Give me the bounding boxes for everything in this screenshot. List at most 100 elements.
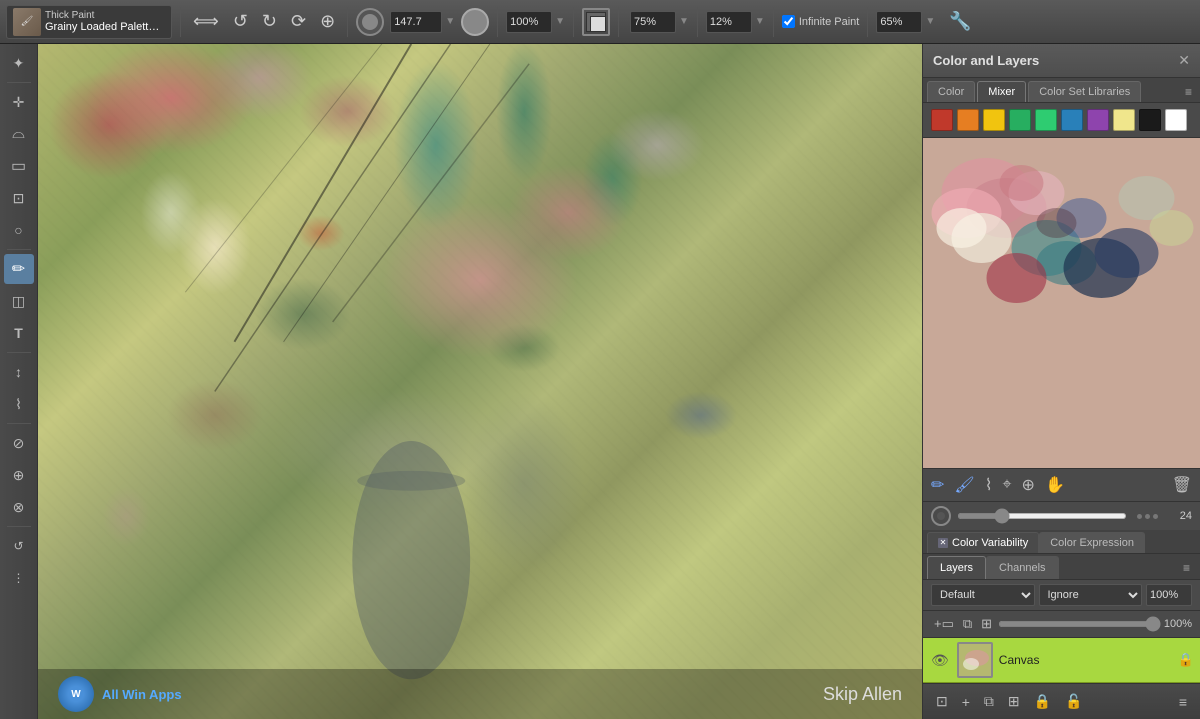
canvas-area[interactable]: W All Win Apps Skip Allen (38, 44, 922, 719)
mixer-svg (923, 138, 1200, 323)
color-picker-swatch[interactable] (582, 8, 610, 36)
layer-lock-btn[interactable]: 🔒 (1178, 652, 1194, 668)
rotate-canvas-btn[interactable]: ↺ (4, 531, 34, 561)
panel-close-btn[interactable]: ✕ (1178, 52, 1190, 69)
mixer-hand-btn[interactable]: ✋ (1043, 473, 1067, 497)
tool-preset[interactable]: 🖌 Thick Paint Grainy Loaded Palette K... (6, 5, 172, 39)
panel-bottom-bar: ⊡ + ⧉ ⊞ 🔒 🔓 ≡ (923, 683, 1200, 719)
mixer-paint-btn[interactable]: ✏ (929, 473, 946, 497)
mixer-dot2 (1145, 514, 1150, 519)
tab-channels[interactable]: Channels (986, 556, 1058, 579)
tab-mixer[interactable]: Mixer (977, 81, 1026, 102)
navigator-btn[interactable]: ⊡ (931, 690, 953, 713)
infinite-paint-checkbox[interactable] (782, 15, 795, 28)
lt-sep1 (7, 82, 31, 83)
infinite-paint-label[interactable]: Infinite Paint (782, 15, 860, 28)
extra-tool-btn[interactable]: 🔧 (945, 9, 975, 34)
rect-select-btn[interactable]: ▭ (4, 151, 34, 181)
nav-btn[interactable]: ⊗ (4, 492, 34, 522)
new-layer-btn[interactable]: +▭ (931, 614, 957, 634)
clone-btn[interactable]: ↻ (258, 9, 281, 34)
swatch-orange[interactable] (957, 109, 979, 131)
mixer-size-dot (937, 512, 945, 520)
opacity-control: 100% ▼ (506, 11, 565, 33)
mixer-trash-btn[interactable]: 🗑 (1170, 473, 1194, 497)
swatch-green[interactable] (1009, 109, 1031, 131)
tab-color-expression[interactable]: Color Expression (1039, 532, 1145, 553)
watermark-logo: W All Win Apps (58, 676, 182, 712)
wrap-btn[interactable]: ↺ (229, 9, 252, 34)
swatch-yellow[interactable] (983, 109, 1005, 131)
swatch-blue[interactable] (1061, 109, 1083, 131)
swatch-red[interactable] (931, 109, 953, 131)
panel-header: Color and Layers ✕ (923, 44, 1200, 78)
fill-btn[interactable]: ⊘ (4, 428, 34, 458)
tab-color-variability[interactable]: ✕ Color Variability (927, 532, 1039, 553)
mixer-size-slider[interactable] (957, 513, 1127, 519)
global-opacity-input[interactable]: 65% (876, 11, 922, 33)
move-tool-btn[interactable]: ✛ (4, 87, 34, 117)
more-tools-btn[interactable]: ⋮ (4, 563, 34, 593)
group-layer-btn[interactable]: ⊞ (978, 614, 995, 634)
swatch-lightyellow[interactable] (1113, 109, 1135, 131)
padlock-bottom-btn[interactable]: 🔓 (1060, 690, 1087, 713)
layers-menu-btn[interactable]: ≡ (1177, 559, 1196, 577)
layer-visibility-btn[interactable]: 👁 (929, 650, 951, 671)
swatch-lightgreen[interactable] (1035, 109, 1057, 131)
opacity-input[interactable]: 100% (506, 11, 552, 33)
flow-input[interactable]: 75% (630, 11, 676, 33)
ellipse-btn[interactable]: ○ (4, 215, 34, 245)
copy-layer-btn[interactable]: ⧉ (960, 614, 975, 634)
impasto-btn[interactable]: ⊕ (316, 9, 339, 34)
layer-slider[interactable] (998, 621, 1161, 627)
smudge-btn[interactable]: ↕ (4, 357, 34, 387)
mixer-size-circle (931, 506, 951, 526)
lt-sep5 (7, 526, 31, 527)
paint-btn[interactable]: ✏ (4, 254, 34, 284)
mixer-dropper-btn[interactable]: ⌇ (983, 473, 995, 497)
opacity-circle[interactable] (461, 8, 489, 36)
copy-bottom-btn[interactable]: ⧉ (979, 690, 999, 713)
size-input[interactable]: 147.7 (390, 11, 442, 33)
swatch-white[interactable] (1165, 109, 1187, 131)
tabs-menu-btn[interactable]: ≡ (1181, 83, 1196, 101)
canvas-layer-row[interactable]: 👁 Canvas 🔒 (923, 638, 1200, 683)
mixer-mix-btn[interactable]: 🖌 (952, 473, 976, 497)
mixer-canvas[interactable] (923, 138, 1200, 468)
crop-btn[interactable]: ⊡ (4, 183, 34, 213)
blend-mode-select[interactable]: Default Normal Multiply Screen Overlay (931, 584, 1035, 606)
preset-text: Thick Paint Grainy Loaded Palette K... (45, 10, 165, 33)
transform-btn[interactable]: ⟳ (287, 9, 310, 34)
layer-thumbnail (957, 642, 993, 678)
swatch-purple[interactable] (1087, 109, 1109, 131)
mixer-zoom-btn[interactable]: ⊕ (1020, 473, 1037, 497)
tab-color[interactable]: Color (927, 81, 975, 102)
painting: W All Win Apps Skip Allen (38, 44, 922, 719)
left-toolbar: ✦ ✛ ⌓ ▭ ⊡ ○ ✏ ◫ T ↕ ⌇ ⊘ ⊕ ⊗ ↺ ⋮ (0, 44, 38, 719)
eyedropper-btn[interactable]: ⌇ (4, 389, 34, 419)
bottom-menu-btn[interactable]: ≡ (1174, 691, 1192, 713)
tab-libraries[interactable]: Color Set Libraries (1028, 81, 1141, 102)
symmetry-btn[interactable]: ⟺ (189, 9, 223, 34)
lt-sep3 (7, 352, 31, 353)
zoom-btn[interactable]: ⊕ (4, 460, 34, 490)
lock-bottom-btn[interactable]: 🔒 (1029, 690, 1056, 713)
swatch-black[interactable] (1139, 109, 1161, 131)
bleed-control: 12% ▼ (706, 11, 765, 33)
layer-opacity-input[interactable]: 100% (1146, 584, 1192, 606)
lt-sep4 (7, 423, 31, 424)
eraser-btn[interactable]: ◫ (4, 286, 34, 316)
layers-tab-row: Layers Channels ≡ (923, 554, 1200, 580)
new-layer-bottom-btn[interactable]: + (957, 690, 975, 713)
mixer-mix-dropper-btn[interactable]: ⌖ (1001, 474, 1014, 496)
tab-layers[interactable]: Layers (927, 556, 986, 579)
preset-icon: 🖌 (13, 8, 41, 36)
text-btn[interactable]: T (4, 318, 34, 348)
bleed-input[interactable]: 12% (706, 11, 752, 33)
group-bottom-btn[interactable]: ⊞ (1003, 690, 1025, 713)
composite-mode-select[interactable]: Ignore Normal (1039, 584, 1143, 606)
sep4 (573, 7, 574, 37)
brush-size-circle[interactable] (356, 8, 384, 36)
lasso-tool-btn[interactable]: ⌓ (4, 119, 34, 149)
pointer-tool-btn[interactable]: ✦ (4, 48, 34, 78)
